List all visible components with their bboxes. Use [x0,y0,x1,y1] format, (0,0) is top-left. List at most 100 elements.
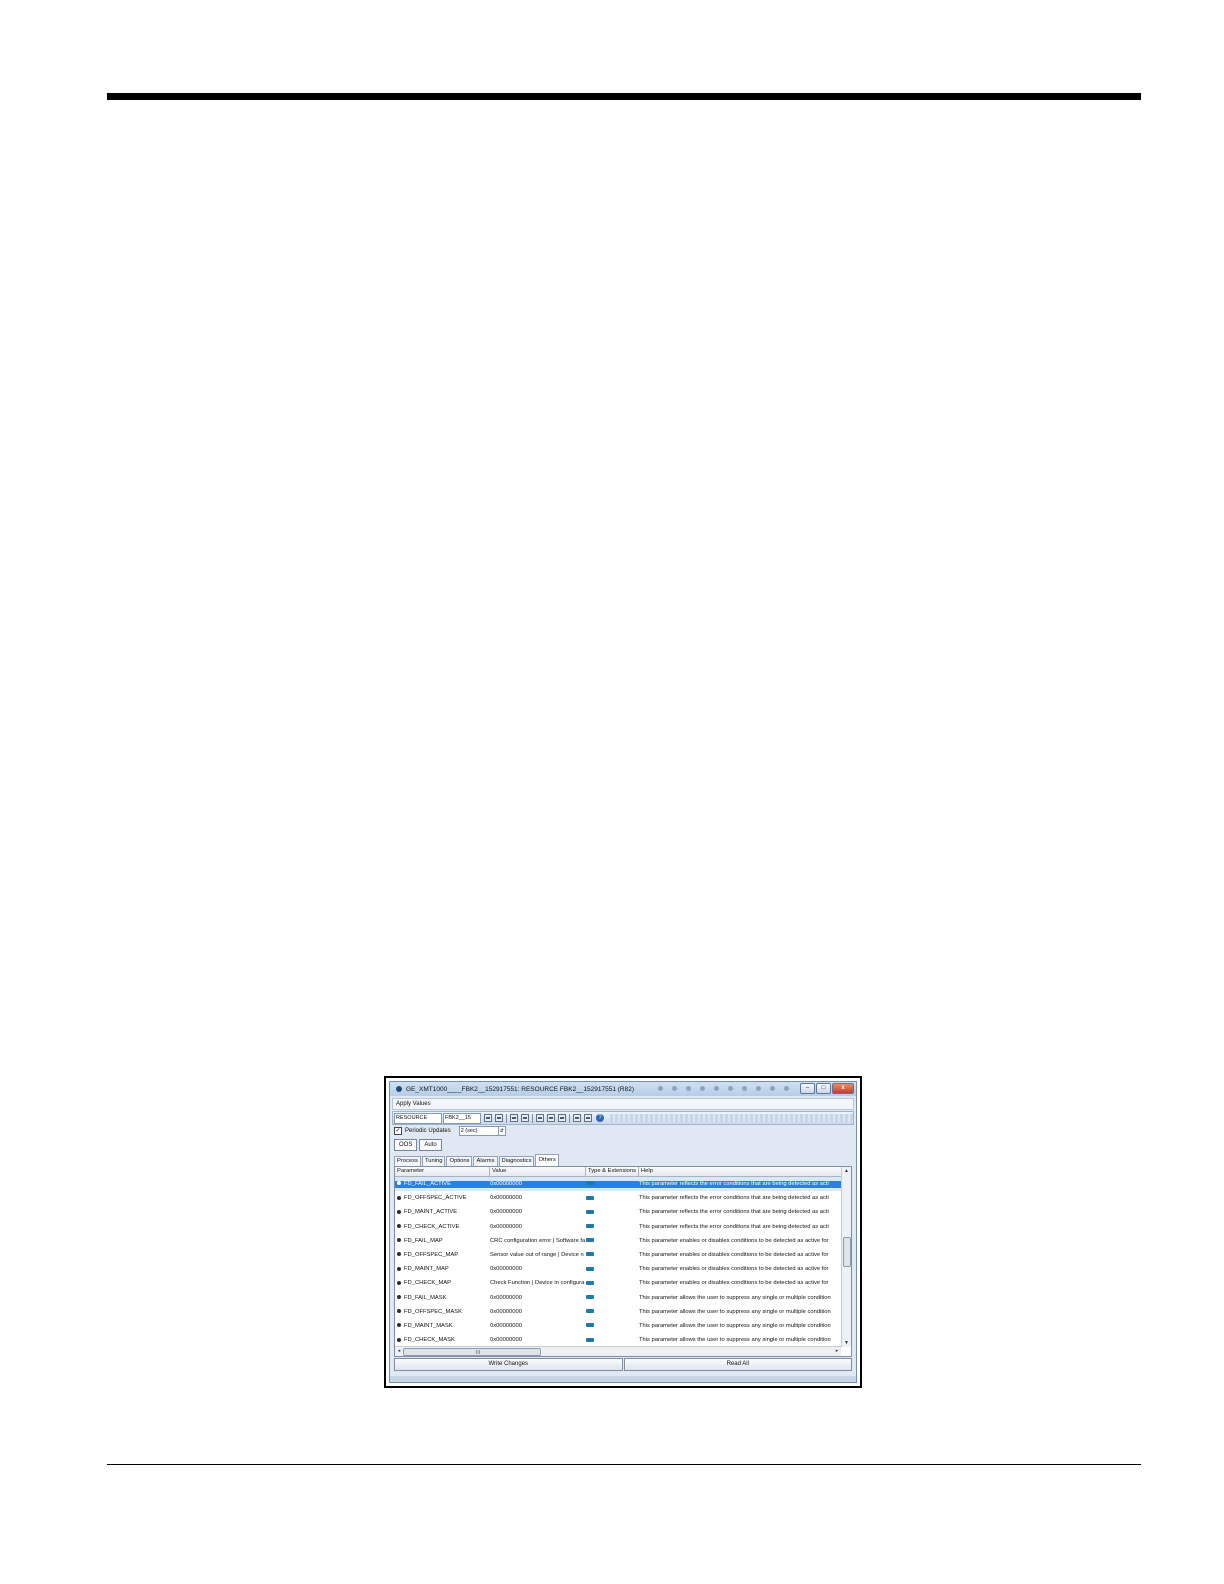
value-cell[interactable]: 0x00000000 [490,1295,586,1302]
value-cell[interactable]: 0x00000000 [490,1224,586,1231]
table-row[interactable]: FD_OFFSPEC_MASK 0x00000000 This parameter … [395,1305,841,1319]
value-cell[interactable]: Sensor value out of range | Device n [490,1252,586,1259]
toolbar-grid-icon[interactable] [584,1114,592,1122]
type-badge-icon[interactable] [586,1238,594,1243]
tab-others[interactable]: Others [535,1154,559,1166]
apply-values-menu[interactable]: Apply Values [393,1101,431,1107]
vertical-scrollbar[interactable]: ▲ ▼ [841,1167,851,1347]
table-row[interactable]: FD_MAINT_MASK 0x00000000 This parameter al… [395,1319,841,1333]
toolbar-tree-icon[interactable] [558,1114,566,1122]
table-row[interactable]: FD_OFFSPEC_MAP Sensor value out of range … [395,1248,841,1262]
value-cell[interactable]: 0x00000000 [490,1266,586,1273]
scroll-left-icon[interactable]: ◂ [395,1347,403,1356]
read-all-button[interactable]: Read All [623,1358,852,1371]
tab-alarms[interactable]: Alarms [473,1156,498,1166]
parameter-name: FD_MAINT_ACTIVE [404,1209,458,1216]
parameter-cell: FD_FAIL_MASK [397,1295,489,1302]
table-row[interactable]: FD_OFFSPEC_ACTIVE 0x00000000 This paramete… [395,1191,841,1205]
write-changes-button[interactable]: Write Changes [394,1358,623,1371]
value-cell[interactable]: CRC configuration error | Software fa [490,1238,586,1245]
value-cell[interactable]: Check Function | Device in configura [490,1280,586,1287]
tab-diagnostics[interactable]: Diagnostics [498,1156,535,1166]
toolbar-export-icon[interactable] [547,1114,555,1122]
parameter-cell: FD_OFFSPEC_ACTIVE [397,1195,489,1202]
type-badge-icon[interactable] [586,1323,594,1328]
value-cell[interactable]: 0x00000000 [490,1195,586,1202]
close-button[interactable]: x [832,1083,854,1094]
scroll-up-icon[interactable]: ▲ [842,1167,851,1175]
periodic-updates-label: Periodic Updates [405,1128,451,1134]
parameter-cell: FD_MAINT_MASK [397,1323,489,1330]
minimize-button[interactable]: – [800,1083,815,1094]
type-cell [586,1181,636,1188]
parameter-bullet-icon [397,1309,401,1314]
type-badge-icon[interactable] [586,1266,594,1271]
help-cell: This parameter reflects the error condit… [639,1195,829,1202]
column-header-parameter[interactable]: Parameter [395,1167,490,1176]
auto-mode-button[interactable]: Auto [419,1139,442,1151]
table-row[interactable]: FD_FAIL_MASK 0x00000000 This parameter all… [395,1291,841,1305]
parameter-cell: FD_MAINT_ACTIVE [397,1209,489,1216]
value-cell[interactable]: 0x00000000 [490,1309,586,1316]
scroll-right-icon[interactable]: ▸ [833,1347,841,1356]
table-row[interactable]: FD_MAINT_ACTIVE 0x00000000 This parameter … [395,1205,841,1219]
footer-rule [107,1464,1141,1465]
toolbar-write-icon[interactable] [495,1114,503,1122]
horizontal-scrollbar[interactable]: ◂ III ▸ [395,1346,841,1356]
maximize-button[interactable]: □ [816,1083,831,1094]
toolbar-copy-icon[interactable] [521,1114,529,1122]
value-cell[interactable]: 0x00000000 [490,1323,586,1330]
parameter-bullet-icon [397,1195,401,1200]
table-row[interactable]: FD_FAIL_ACTIVE 0x00000000 This parameter r… [395,1177,841,1192]
tab-tuning[interactable]: Tuning [421,1156,446,1166]
type-badge-icon[interactable] [586,1294,594,1299]
table-row[interactable]: FD_FAIL_MAP CRC configuration error | Sof… [395,1234,841,1248]
value-cell[interactable]: 0x00000000 [490,1337,586,1344]
vertical-scroll-thumb[interactable] [843,1237,851,1267]
parameter-name: FD_OFFSPEC_MAP [404,1251,459,1258]
type-cell [586,1323,636,1330]
type-cell [586,1309,636,1316]
table-header: Parameter Value Type & Extensions Help [395,1167,841,1177]
checkbox-icon[interactable]: ✓ [394,1127,402,1135]
value-cell[interactable]: 0x00000000 [490,1181,586,1188]
parameter-bullet-icon [397,1209,401,1214]
parameter-bullet-icon [397,1280,401,1285]
table-row[interactable]: FD_CHECK_ACTIVE 0x00000000 This parameter … [395,1220,841,1234]
type-badge-icon[interactable] [586,1337,594,1342]
value-cell[interactable]: 0x00000000 [490,1209,586,1216]
update-interval-select[interactable]: 2 (sec) ⇵ [458,1126,506,1136]
help-icon[interactable]: ? [596,1114,604,1122]
type-badge-icon[interactable] [586,1252,594,1257]
type-badge-icon[interactable] [586,1309,594,1314]
type-badge-icon[interactable] [586,1280,594,1285]
block-name-field[interactable]: RESOURCE [394,1112,442,1124]
toolbar-print-icon[interactable] [536,1114,544,1122]
parameter-name: FD_OFFSPEC_ACTIVE [404,1195,467,1202]
toolbar-read-icon[interactable] [484,1114,492,1122]
parameter-bullet-icon [397,1181,401,1186]
table-row[interactable]: FD_CHECK_MAP Check Function | Device in c… [395,1276,841,1290]
column-header-type[interactable]: Type & Extensions [586,1167,639,1176]
column-header-value[interactable]: Value [490,1167,586,1176]
type-cell [586,1224,636,1231]
type-badge-icon[interactable] [586,1181,594,1186]
scroll-down-icon[interactable]: ▼ [842,1339,851,1347]
type-badge-icon[interactable] [586,1224,594,1229]
table-row[interactable]: FD_MAINT_MAP 0x00000000 This parameter ena… [395,1262,841,1276]
toolbar-view-icon[interactable] [573,1114,581,1122]
type-badge-icon[interactable] [586,1195,594,1200]
spinner-icon[interactable]: ⇵ [497,1127,505,1135]
parameter-bullet-icon [397,1323,401,1328]
tab-process[interactable]: Process [394,1156,421,1166]
tab-options[interactable]: Options [446,1156,473,1166]
title-bar[interactable]: GE_XMT1000____FBK2__152917551: RESOURCE … [390,1082,856,1096]
type-badge-icon[interactable] [586,1209,594,1214]
oos-mode-button[interactable]: OOS [394,1139,418,1151]
title-bar-decoration [658,1086,789,1091]
column-header-help[interactable]: Help [639,1167,841,1176]
toolbar-compare-icon[interactable] [510,1114,518,1122]
block-tag-field[interactable]: FBK2__15 [443,1112,481,1124]
horizontal-scroll-thumb[interactable]: III [403,1348,541,1356]
help-cell: This parameter enables or disables condi… [639,1251,829,1258]
